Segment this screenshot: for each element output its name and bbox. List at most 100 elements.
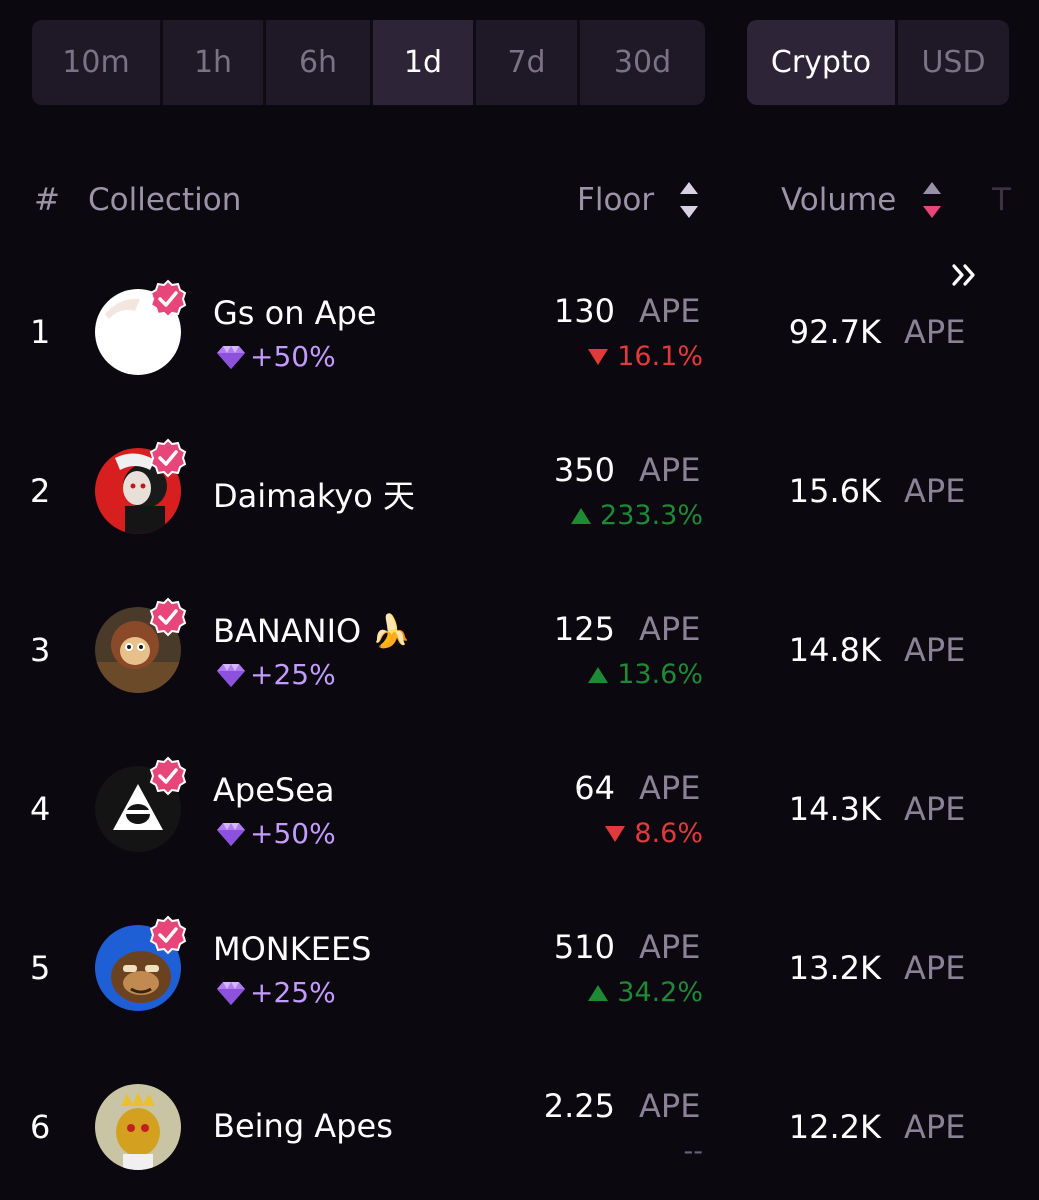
time-range-7d[interactable]: 7d — [473, 20, 577, 105]
verified-badge-icon — [149, 915, 187, 954]
floor-unit: APE — [639, 928, 701, 966]
row-rank: 2 — [30, 471, 51, 510]
gem-icon — [217, 345, 245, 369]
volume-unit: APE — [904, 949, 966, 987]
floor-change: 233.3% — [570, 500, 703, 531]
being-apes-avatar-image — [95, 1083, 181, 1170]
collection-name[interactable]: Daimakyo 天 — [213, 471, 415, 517]
currency-crypto[interactable]: Crypto — [747, 20, 895, 105]
time-range-6h[interactable]: 6h — [263, 20, 370, 105]
collection-avatar — [95, 279, 187, 375]
header-volume[interactable]: Volume — [781, 178, 896, 223]
collection-avatar — [95, 915, 187, 1011]
time-range-selector: 10m 1h 6h 1d 7d 30d — [32, 20, 705, 105]
row-rank: 4 — [30, 789, 51, 828]
currency-usd[interactable]: USD — [895, 20, 1009, 105]
row-rank: 6 — [30, 1107, 51, 1146]
verified-badge-icon — [149, 438, 187, 477]
reward-badge: +25% — [216, 658, 336, 691]
reward-text: +50% — [250, 340, 336, 373]
floor-change-value: 16.1% — [617, 341, 703, 372]
reward-text: +25% — [250, 658, 336, 691]
floor-change: 8.6% — [604, 818, 703, 849]
verified-badge-icon — [149, 279, 187, 318]
volume-value: 13.2K — [788, 949, 881, 987]
time-range-1h[interactable]: 1h — [160, 20, 263, 105]
header-next-column: T — [992, 182, 1011, 218]
floor-change: 16.1% — [587, 341, 703, 372]
floor-price: 64 — [574, 769, 615, 807]
collection-name[interactable]: Being Apes — [213, 1107, 393, 1145]
reward-badge: +25% — [216, 976, 336, 1009]
verified-badge-icon — [149, 597, 187, 636]
floor-change: 13.6% — [587, 659, 703, 690]
volume-unit: APE — [904, 790, 966, 828]
floor-sort-icon[interactable] — [679, 180, 699, 220]
floor-price: 350 — [553, 451, 615, 489]
reward-text: +50% — [250, 817, 336, 850]
collection-avatar — [95, 1083, 181, 1170]
floor-change: 34.2% — [587, 977, 703, 1008]
table-row[interactable]: 3 BANANIO 🍌 +25% 125 APE 13.6% 14.8K APE — [0, 570, 1039, 729]
volume-unit: APE — [904, 472, 966, 510]
up-triangle-icon — [571, 507, 592, 524]
volume-value: 12.2K — [788, 1108, 881, 1146]
floor-unit: APE — [639, 610, 701, 648]
volume-value: 14.8K — [788, 631, 881, 669]
table-row[interactable]: 6 Being Apes 2.25 APE -- 12.2K APE — [0, 1047, 1039, 1200]
header-rank: # — [34, 182, 60, 218]
collection-name[interactable]: Gs on Ape — [213, 294, 377, 332]
collection-avatar — [95, 438, 187, 534]
down-triangle-icon — [605, 825, 626, 842]
floor-price: 2.25 — [543, 1087, 615, 1125]
table-row[interactable]: 2 Daimakyo 天 350 APE 233.3% 15.6K APE — [0, 411, 1039, 570]
collections-page: 10m 1h 6h 1d 7d 30d Crypto USD # Collect… — [0, 0, 1039, 1200]
row-rank: 5 — [30, 948, 51, 987]
time-range-10m[interactable]: 10m — [32, 20, 160, 105]
collection-name[interactable]: BANANIO 🍌 — [213, 612, 411, 650]
volume-unit: APE — [904, 313, 966, 351]
collection-avatar — [95, 756, 187, 852]
floor-price: 130 — [553, 292, 615, 330]
floor-price: 510 — [553, 928, 615, 966]
volume-unit: APE — [904, 1108, 966, 1146]
time-range-1d[interactable]: 1d — [370, 20, 473, 105]
reward-badge: +50% — [216, 340, 336, 373]
volume-sort-icon[interactable] — [922, 180, 942, 220]
header-floor[interactable]: Floor — [577, 178, 654, 223]
table-row[interactable]: 1 Gs on Ape +50% 130 APE 16.1% 92.7K APE — [0, 252, 1039, 411]
row-rank: 3 — [30, 630, 51, 669]
volume-value: 92.7K — [788, 313, 881, 351]
floor-change-value: 233.3% — [600, 500, 703, 531]
table-row[interactable]: 4 ApeSea +50% 64 APE 8.6% 14.3K APE — [0, 729, 1039, 888]
header-collection: Collection — [88, 182, 242, 218]
reward-badge: +50% — [216, 817, 336, 850]
floor-change-value: 8.6% — [634, 818, 703, 849]
currency-selector: Crypto USD — [747, 20, 1009, 105]
floor-unit: APE — [639, 1087, 701, 1125]
collection-name[interactable]: ApeSea — [213, 771, 335, 809]
table-row[interactable]: 5 MONKEES +25% 510 APE 34.2% 13.2K APE — [0, 888, 1039, 1047]
volume-value: 15.6K — [788, 472, 881, 510]
floor-change-value: -- — [683, 1136, 704, 1167]
floor-change-value: 34.2% — [617, 977, 703, 1008]
reward-text: +25% — [250, 976, 336, 1009]
row-rank: 1 — [30, 312, 51, 351]
floor-price: 125 — [553, 610, 615, 648]
floor-unit: APE — [639, 451, 701, 489]
gem-icon — [217, 981, 245, 1005]
gem-icon — [217, 822, 245, 846]
floor-unit: APE — [639, 769, 701, 807]
volume-value: 14.3K — [788, 790, 881, 828]
collection-avatar — [95, 597, 187, 693]
floor-unit: APE — [639, 292, 701, 330]
gem-icon — [217, 663, 245, 687]
floor-change-value: 13.6% — [617, 659, 703, 690]
down-triangle-icon — [588, 348, 609, 365]
collection-name[interactable]: MONKEES — [213, 930, 371, 968]
up-triangle-icon — [588, 984, 609, 1001]
volume-unit: APE — [904, 631, 966, 669]
time-range-30d[interactable]: 30d — [577, 20, 705, 105]
verified-badge-icon — [149, 756, 187, 795]
up-triangle-icon — [588, 666, 609, 683]
